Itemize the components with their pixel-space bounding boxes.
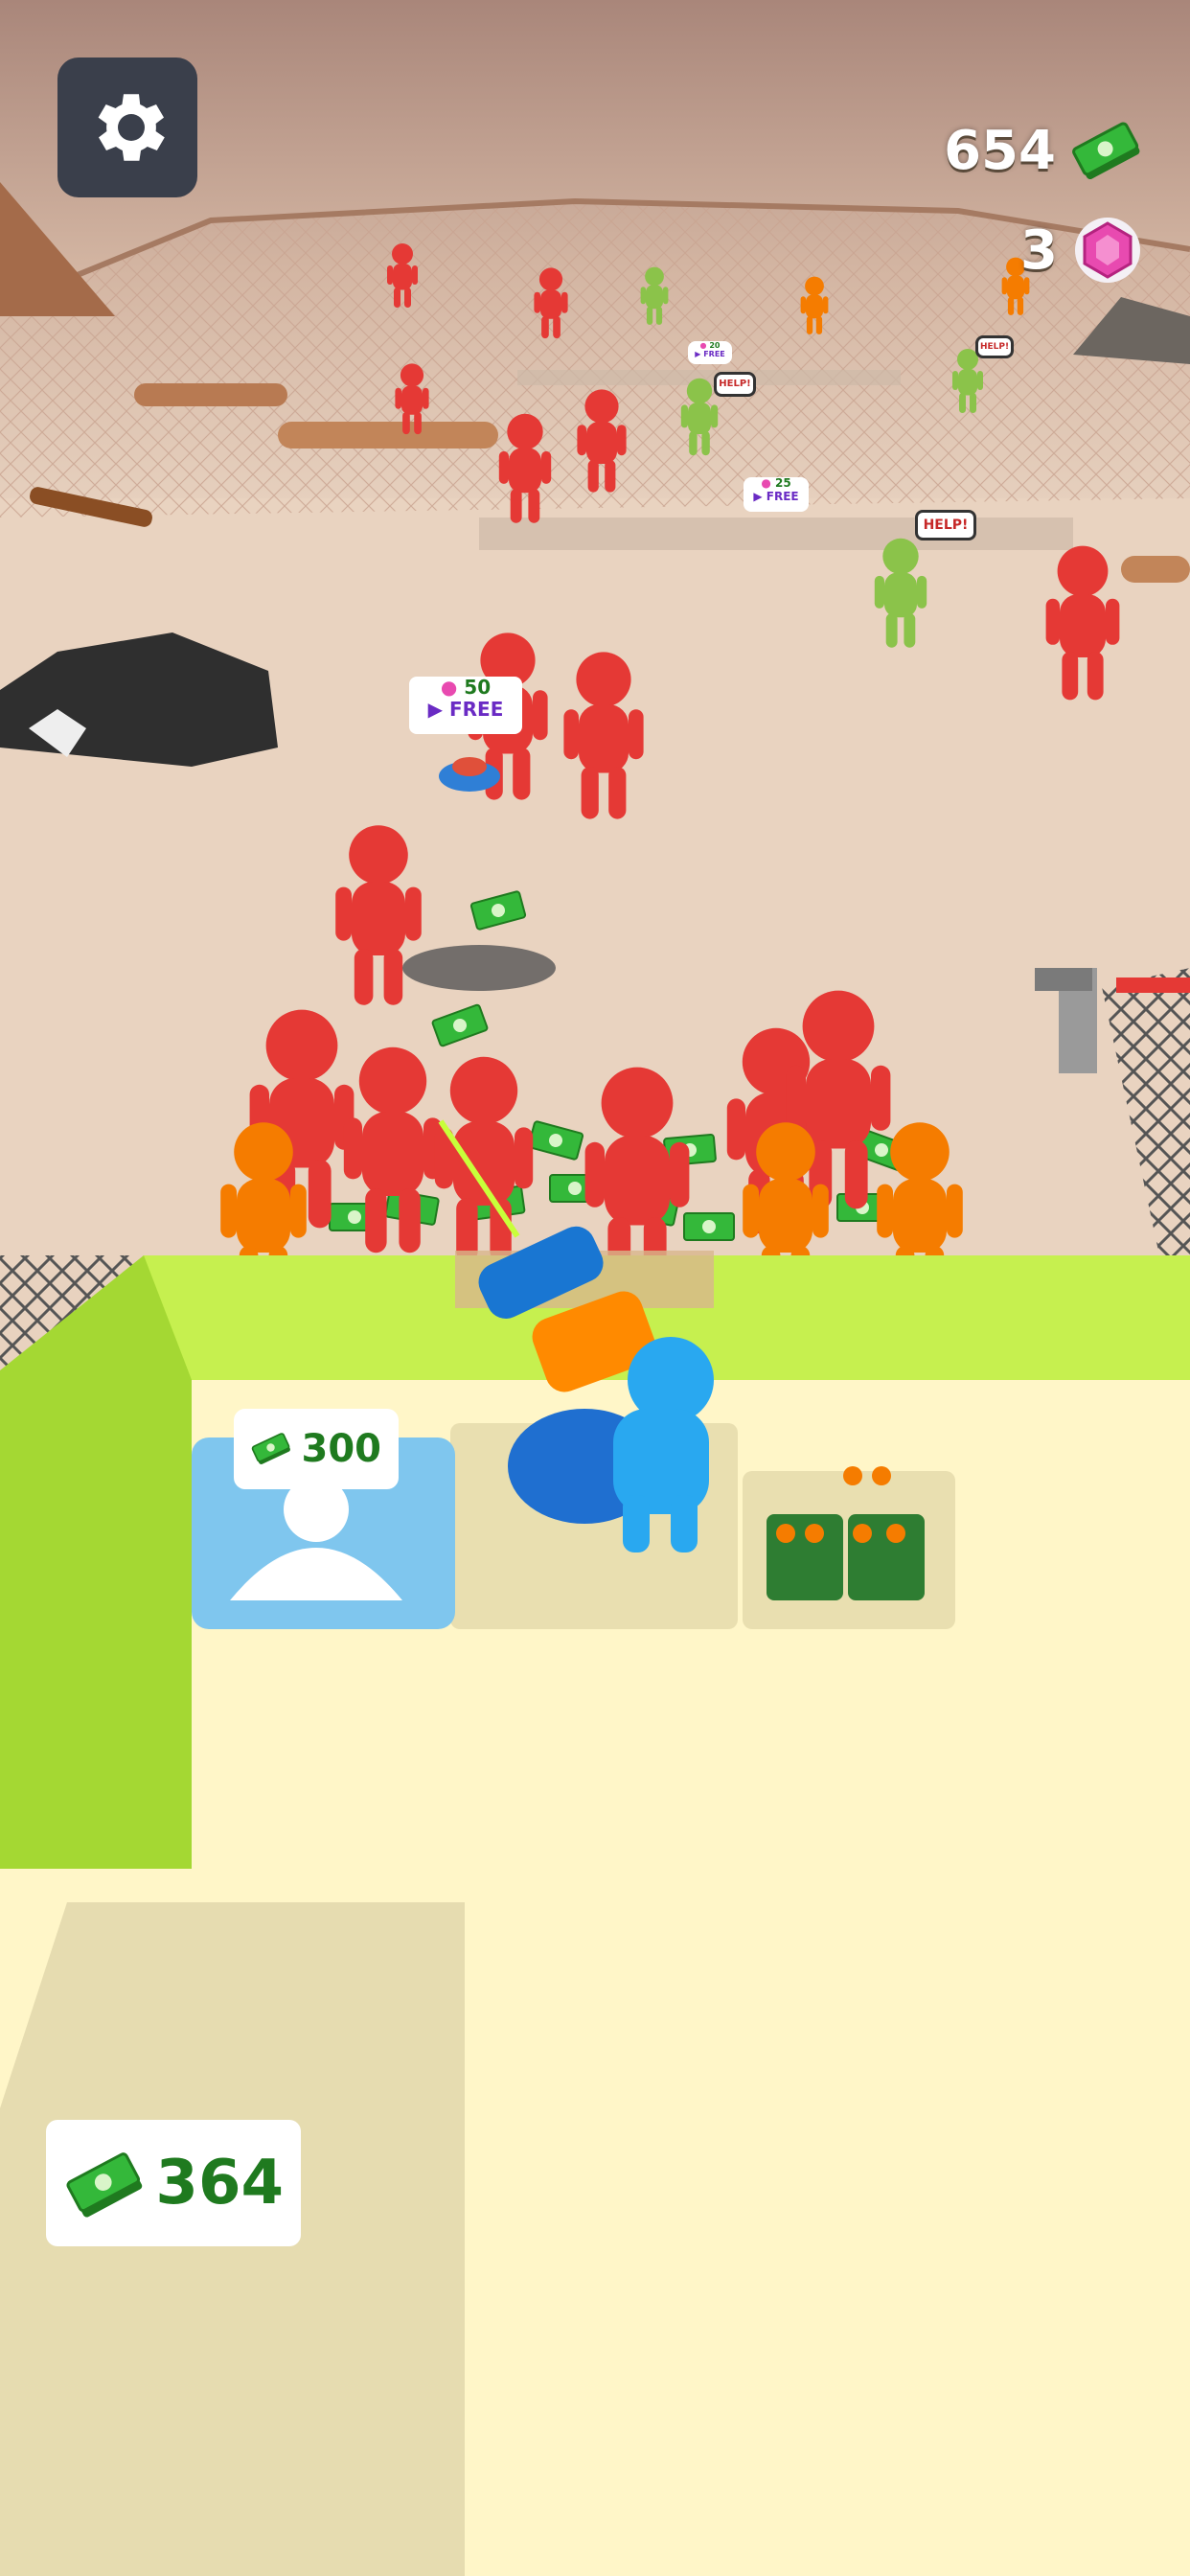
cash-pile-tag[interactable]: 364 bbox=[46, 2120, 301, 2246]
ad-offer-mid[interactable]: ● 25 ▶ FREE bbox=[744, 476, 809, 512]
recruit-price-tag[interactable]: 300 bbox=[234, 1409, 399, 1489]
play-video-icon: ▶ bbox=[427, 698, 444, 721]
ad-offer-large-free: ▶ FREE bbox=[427, 698, 504, 721]
ad-offer-mid-free: ▶ FREE bbox=[753, 489, 799, 503]
help-bubble: HELP! bbox=[915, 510, 976, 540]
play-video-icon: ▶ bbox=[695, 350, 701, 359]
ad-offer-small-gems: ● 20 bbox=[699, 341, 721, 350]
pink-gem-icon bbox=[1075, 218, 1140, 283]
small-gem-icon: ● bbox=[440, 676, 458, 699]
settings-button[interactable] bbox=[57, 58, 197, 197]
ad-offer-large-gems: ● 50 bbox=[440, 676, 492, 699]
gear-icon bbox=[98, 94, 165, 161]
ad-offer-large[interactable]: ● 50 ▶ FREE bbox=[409, 677, 522, 734]
gem-amount: 3 bbox=[1020, 218, 1058, 282]
ad-offer-small-free: ▶ FREE bbox=[695, 350, 725, 359]
ad-offer-mid-gems: ● 25 bbox=[761, 476, 791, 490]
cash-amount: 654 bbox=[944, 120, 1056, 182]
cash-stack-icon bbox=[66, 2152, 143, 2218]
cash-counter: 654 bbox=[944, 120, 1142, 182]
cash-icon bbox=[251, 1433, 290, 1464]
gem-counter: 3 bbox=[1020, 216, 1142, 285]
help-bubble: HELP! bbox=[714, 372, 756, 397]
small-gem-icon: ● bbox=[699, 341, 707, 350]
ad-offer-small[interactable]: ● 20 ▶ FREE bbox=[688, 341, 732, 364]
cash-pile-amount: 364 bbox=[155, 2148, 284, 2219]
play-video-icon: ▶ bbox=[753, 489, 763, 503]
recruit-price: 300 bbox=[301, 1427, 382, 1471]
help-bubble: HELP! bbox=[975, 335, 1014, 358]
small-gem-icon: ● bbox=[761, 476, 771, 490]
cash-stack-icon bbox=[1072, 121, 1140, 179]
